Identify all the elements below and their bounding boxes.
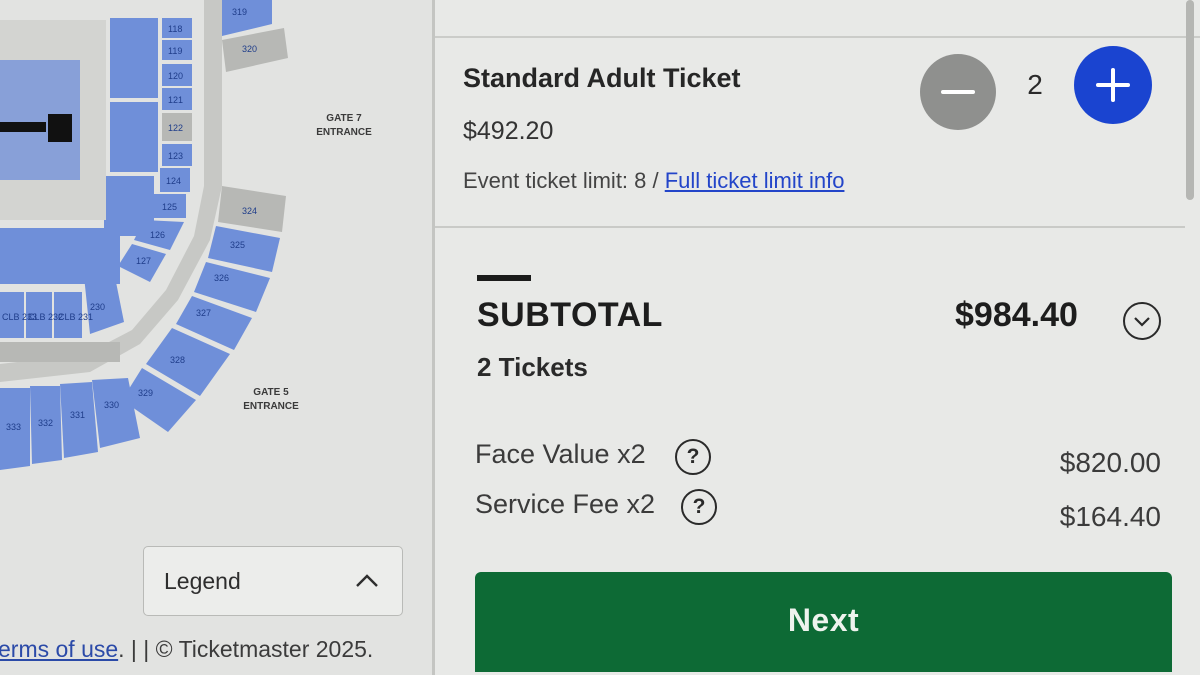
ticket-type-card: Standard Adult Ticket $492.20 Event tick… bbox=[435, 38, 1185, 228]
face-value-label: Face Value x2 bbox=[475, 439, 646, 469]
section-label-124: 124 bbox=[166, 176, 181, 186]
chevron-up-icon bbox=[356, 574, 378, 587]
ticket-checkout-screen: 319 320 324 325 326 327 328 329 330 331 … bbox=[0, 0, 1200, 675]
gate-5-entrance-label: ENTRANCE bbox=[243, 401, 299, 412]
chevron-down-icon bbox=[1134, 317, 1150, 327]
gate-7-entrance-label: ENTRANCE bbox=[316, 127, 372, 138]
section-label-123: 123 bbox=[168, 151, 183, 161]
ticket-limit-info: Event ticket limit: 8 / Full ticket limi… bbox=[463, 168, 844, 194]
section-331[interactable] bbox=[60, 382, 98, 458]
subtotal-expand-button[interactable] bbox=[1123, 302, 1161, 340]
help-icon[interactable]: ? bbox=[681, 489, 717, 525]
section-319[interactable] bbox=[222, 0, 272, 36]
section-label-329: 329 bbox=[138, 388, 153, 398]
service-fee-label: Service Fee x2 bbox=[475, 489, 656, 519]
section-label-332: 332 bbox=[38, 418, 53, 428]
section-label-120: 120 bbox=[168, 71, 183, 81]
subtotal-divider-mark bbox=[477, 275, 531, 281]
stage-block bbox=[48, 114, 72, 142]
terms-of-use-link[interactable]: erms of use bbox=[0, 636, 118, 662]
section-label-330: 330 bbox=[104, 400, 119, 410]
increase-quantity-button[interactable] bbox=[1074, 46, 1152, 124]
service-fee-row: Service Fee x2 ? $164.40 bbox=[475, 485, 1165, 532]
previous-card-edge bbox=[435, 0, 1200, 38]
section-label-320: 320 bbox=[242, 44, 257, 54]
section-label-331: 331 bbox=[70, 410, 85, 420]
section-label-121: 121 bbox=[168, 95, 183, 105]
section-label-230: 230 bbox=[90, 302, 105, 312]
section-label-326: 326 bbox=[214, 273, 229, 283]
help-icon[interactable]: ? bbox=[675, 439, 711, 475]
checkout-panel: Standard Adult Ticket $492.20 Event tick… bbox=[435, 0, 1200, 675]
scrollbar[interactable] bbox=[1186, 0, 1194, 200]
decrease-quantity-button[interactable] bbox=[920, 54, 996, 130]
section-label-126: 126 bbox=[150, 230, 165, 240]
legend-label: Legend bbox=[164, 567, 241, 594]
face-value-row: Face Value x2 ? $820.00 bbox=[475, 435, 1165, 478]
section-label-328: 328 bbox=[170, 355, 185, 365]
stage bbox=[0, 122, 46, 132]
section-label-319: 319 bbox=[232, 7, 247, 17]
gate-5-label: GATE 5 bbox=[253, 387, 289, 398]
gate-7-label: GATE 7 bbox=[326, 113, 362, 124]
next-button[interactable]: Next bbox=[475, 572, 1172, 672]
next-button-label: Next bbox=[787, 602, 860, 638]
section-label-clb-231: CLB 231 bbox=[58, 312, 93, 322]
seat-map-pane: 319 320 324 325 326 327 328 329 330 331 … bbox=[0, 0, 434, 675]
section-label-327: 327 bbox=[196, 308, 211, 318]
section-label-118: 118 bbox=[168, 24, 182, 34]
section-label-324: 324 bbox=[242, 206, 257, 216]
ticket-count: 2 Tickets bbox=[477, 352, 588, 382]
footer: erms of use. | | © Ticketmaster 2025. bbox=[0, 636, 434, 672]
full-ticket-limit-link[interactable]: Full ticket limit info bbox=[665, 168, 845, 193]
section-label-125: 125 bbox=[162, 202, 177, 212]
section-label-127: 127 bbox=[136, 256, 151, 266]
copyright-text: . | | © Ticketmaster 2025. bbox=[118, 636, 374, 662]
subtotal-amount: $984.40 bbox=[955, 296, 1078, 334]
subtotal-label: SUBTOTAL bbox=[477, 296, 663, 334]
ticket-quantity: 2 bbox=[1027, 69, 1043, 100]
section-label-325: 325 bbox=[230, 240, 245, 250]
ticket-name: Standard Adult Ticket bbox=[463, 63, 741, 93]
section-label-333: 333 bbox=[6, 422, 21, 432]
service-fee-amount: $164.40 bbox=[1059, 501, 1161, 532]
legend-toggle-button[interactable]: Legend bbox=[143, 546, 403, 616]
section-label-119: 119 bbox=[168, 46, 182, 56]
ticket-price: $492.20 bbox=[463, 117, 554, 145]
ticket-limit-text: Event ticket limit: 8 / bbox=[463, 168, 665, 193]
face-value-amount: $820.00 bbox=[1059, 447, 1161, 478]
section-label-122: 122 bbox=[168, 123, 183, 133]
order-summary: SUBTOTAL $984.40 2 Tickets Face Value x2… bbox=[435, 230, 1185, 675]
